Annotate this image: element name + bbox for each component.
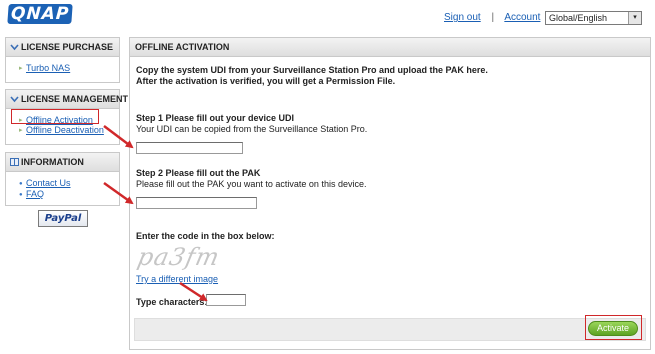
information-panel: INFORMATION Contact Us FAQ (5, 152, 120, 206)
information-header: INFORMATION (6, 153, 119, 172)
captcha-input[interactable] (206, 294, 246, 306)
step1-description: Your UDI can be copied from the Surveill… (136, 124, 368, 134)
sidebar-item-contact-us[interactable]: Contact Us (19, 178, 119, 190)
intro-line-2: After the activation is verified, you wi… (136, 76, 396, 86)
intro-line-1: Copy the system UDI from your Surveillan… (136, 65, 488, 75)
book-icon (10, 158, 19, 166)
license-purchase-header: LICENSE PURCHASE (6, 38, 119, 57)
captcha-prompt: Enter the code in the box below: (136, 231, 275, 241)
paypal-button[interactable]: PayPal (38, 210, 88, 227)
captcha-image: pa3fm (135, 243, 223, 271)
step2-title: Step 2 Please fill out the PAK (136, 168, 261, 178)
udi-input[interactable] (136, 142, 243, 154)
pak-input[interactable] (136, 197, 257, 209)
license-management-header: LICENSE MANAGEMENT (6, 90, 128, 109)
step1-title: Step 1 Please fill out your device UDI (136, 113, 295, 123)
activate-button[interactable]: Activate (588, 321, 638, 336)
type-characters-label: Type characters: (136, 297, 208, 307)
license-management-panel: LICENSE MANAGEMENT Offline Activation Of… (5, 89, 128, 145)
sidebar-item-faq[interactable]: FAQ (19, 189, 119, 201)
language-value: Global/English (549, 13, 608, 23)
try-different-image-link[interactable]: Try a different image (136, 274, 218, 284)
step2-description: Please fill out the PAK you want to acti… (136, 179, 367, 189)
sidebar-item-turbo-nas[interactable]: Turbo NAS (19, 63, 119, 74)
page: QNAP Sign out | Account Global/English ▾… (0, 0, 655, 354)
qnap-logo: QNAP (7, 4, 73, 24)
header-links: Sign out | Account (444, 12, 540, 23)
offline-activation-panel: OFFLINE ACTIVATION Copy the system UDI f… (129, 37, 651, 350)
chevron-down-icon (10, 44, 19, 51)
panel-title: OFFLINE ACTIVATION (130, 38, 650, 57)
header-separator: | (491, 12, 495, 23)
license-purchase-panel: LICENSE PURCHASE Turbo NAS (5, 37, 120, 83)
sign-out-link[interactable]: Sign out (444, 12, 481, 23)
language-select[interactable]: Global/English ▾ (545, 11, 642, 25)
account-link[interactable]: Account (504, 12, 540, 23)
chevron-down-icon (10, 96, 19, 103)
chevron-down-icon[interactable]: ▾ (628, 12, 641, 24)
form-footer (134, 318, 646, 341)
sidebar-item-offline-deactivation[interactable]: Offline Deactivation (19, 125, 119, 136)
